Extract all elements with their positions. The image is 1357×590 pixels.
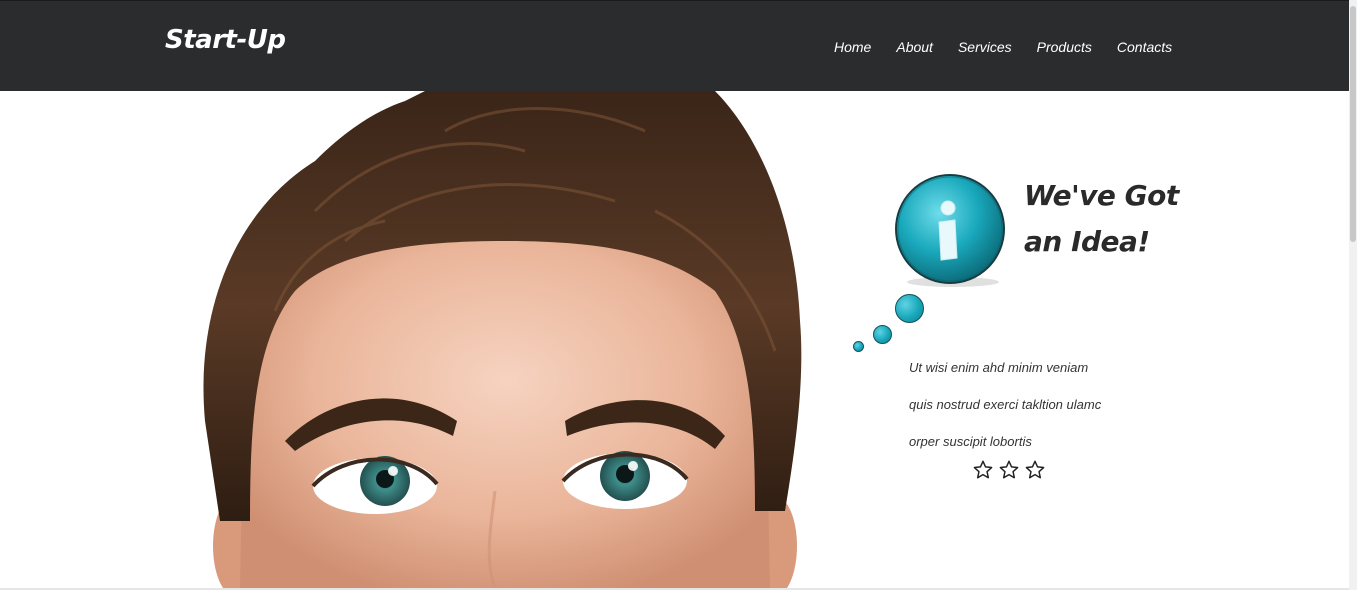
page: Start-Up Home About Services Products Co…: [0, 0, 1357, 590]
thought-dot-small: [853, 341, 864, 352]
star-icon[interactable]: [998, 459, 1020, 481]
info-bubble-icon: [893, 172, 1009, 290]
nav-home[interactable]: Home: [834, 39, 871, 55]
hero-title-line2: an Idea!: [1024, 225, 1150, 258]
thought-dot-large: [895, 294, 924, 323]
hero-image: [195, 91, 815, 588]
hero-text-line: orper suscipit lobortis: [909, 434, 1032, 449]
hero-text: Ut wisi enim ahd minim veniam quis nostr…: [909, 349, 1169, 460]
main-nav: Home About Services Products Contacts: [834, 39, 1172, 55]
star-icon[interactable]: [1024, 459, 1046, 481]
hero-title-line1: We've Got: [1024, 179, 1179, 212]
nav-products[interactable]: Products: [1037, 39, 1092, 55]
scrollbar-thumb[interactable]: [1350, 6, 1356, 242]
nav-contacts[interactable]: Contacts: [1117, 39, 1172, 55]
logo[interactable]: Start-Up: [165, 25, 286, 55]
hero-section: We've Got an Idea! Ut wisi enim ahd mini…: [0, 91, 1349, 588]
hero-title: We've Got an Idea!: [1024, 173, 1224, 265]
hero-text-line: Ut wisi enim ahd minim veniam: [909, 360, 1089, 375]
page-scrollbar[interactable]: [1349, 0, 1357, 590]
hero-text-line: quis nostrud exerci takltion ulamc: [909, 397, 1102, 412]
star-icon[interactable]: [972, 459, 994, 481]
site-header: Start-Up Home About Services Products Co…: [0, 0, 1349, 91]
star-rating: [972, 459, 1046, 481]
nav-about[interactable]: About: [896, 39, 933, 55]
nav-services[interactable]: Services: [958, 39, 1012, 55]
thought-dot-medium: [873, 325, 892, 344]
